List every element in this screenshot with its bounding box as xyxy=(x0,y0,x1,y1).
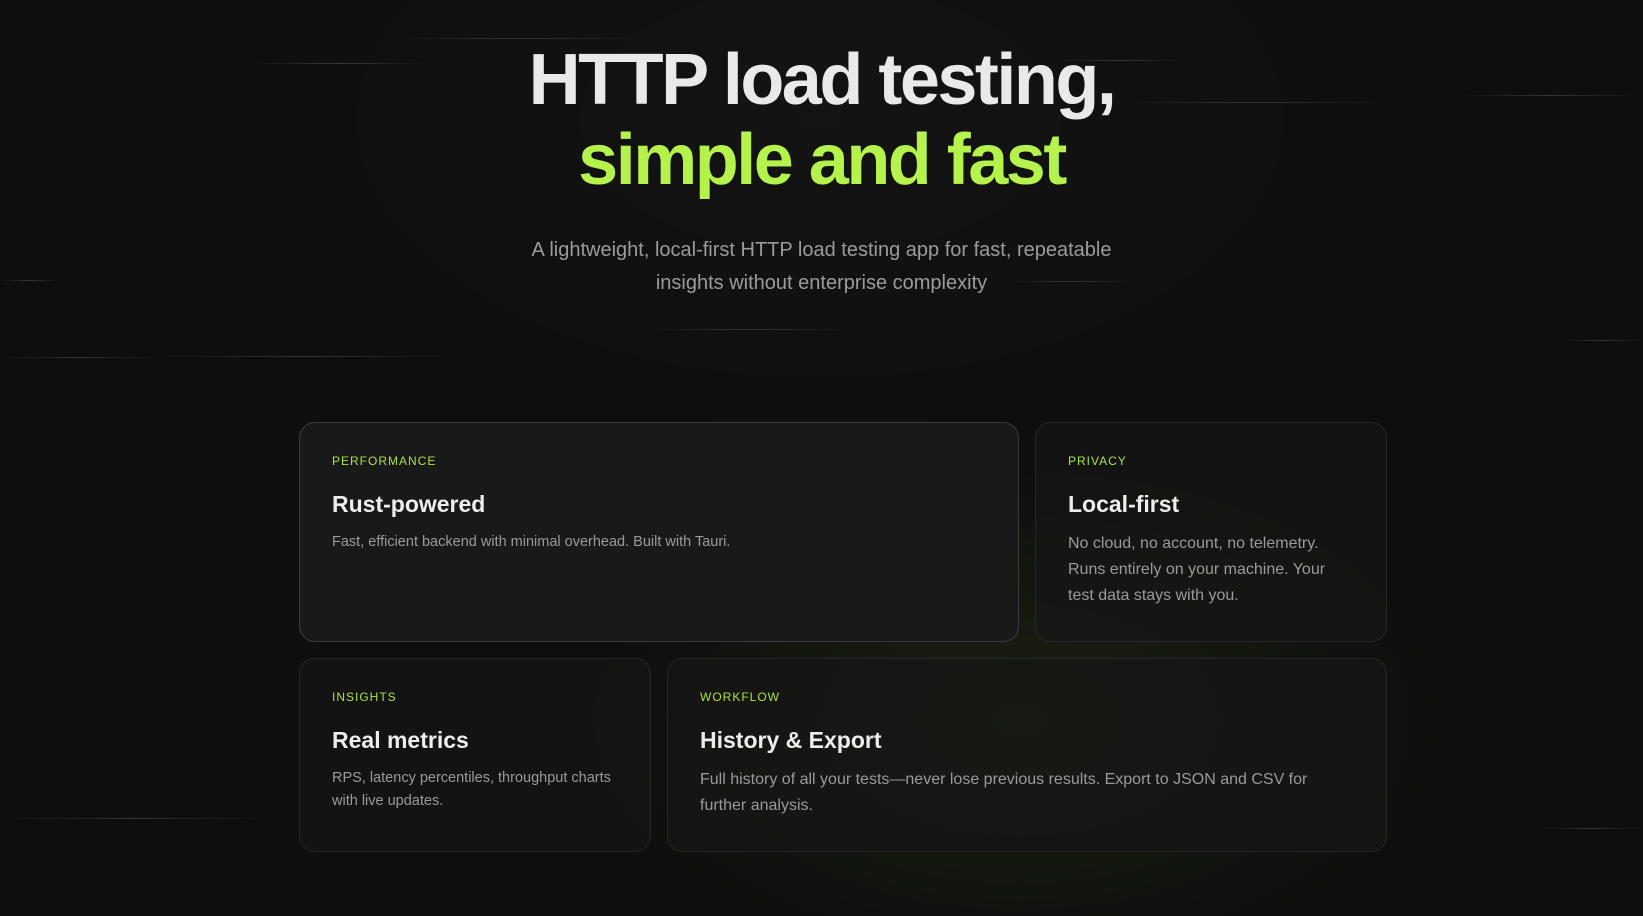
feature-card-tag: WORKFLOW xyxy=(700,690,780,704)
background-streak xyxy=(650,329,850,330)
hero-title-line2: simple and fast xyxy=(578,120,1067,200)
feature-card-title: History & Export xyxy=(700,727,882,753)
hero-section: HTTP load testing, simple and fast A lig… xyxy=(0,40,1643,300)
feature-card-description: Fast, efficient backend with minimal ove… xyxy=(332,534,731,550)
feature-card-tag: PERFORMANCE xyxy=(332,454,437,468)
hero-subtitle: A lightweight, local-first HTTP load tes… xyxy=(531,239,1112,294)
feature-card-description: Full history of all your tests—never los… xyxy=(700,771,1308,814)
feature-card-title: Local-first xyxy=(1068,491,1180,517)
feature-card-performance: PERFORMANCE Rust-powered Fast, efficient… xyxy=(299,422,1019,642)
feature-card-description: No cloud, no account, no telemetry. Runs… xyxy=(1068,535,1326,604)
background-streak xyxy=(150,356,460,357)
background-streak xyxy=(0,357,160,358)
feature-card-tag: INSIGHTS xyxy=(332,690,397,704)
feature-card-tag: PRIVACY xyxy=(1068,454,1127,468)
feature-card-title: Rust-powered xyxy=(332,491,486,517)
feature-card-insights: INSIGHTS Real metrics RPS, latency perce… xyxy=(299,658,651,852)
feature-card-description: RPS, latency percentiles, throughput cha… xyxy=(332,770,611,809)
hero-title-line1: HTTP load testing, xyxy=(528,40,1117,120)
background-streak xyxy=(0,818,270,819)
feature-card-title: Real metrics xyxy=(332,727,469,753)
background-streak xyxy=(400,38,640,39)
feature-card-workflow: WORKFLOW History & Export Full history o… xyxy=(667,658,1387,852)
feature-card-privacy: PRIVACY Local-first No cloud, no account… xyxy=(1035,422,1387,642)
background-streak xyxy=(1540,828,1643,829)
background-streak xyxy=(1560,340,1643,341)
